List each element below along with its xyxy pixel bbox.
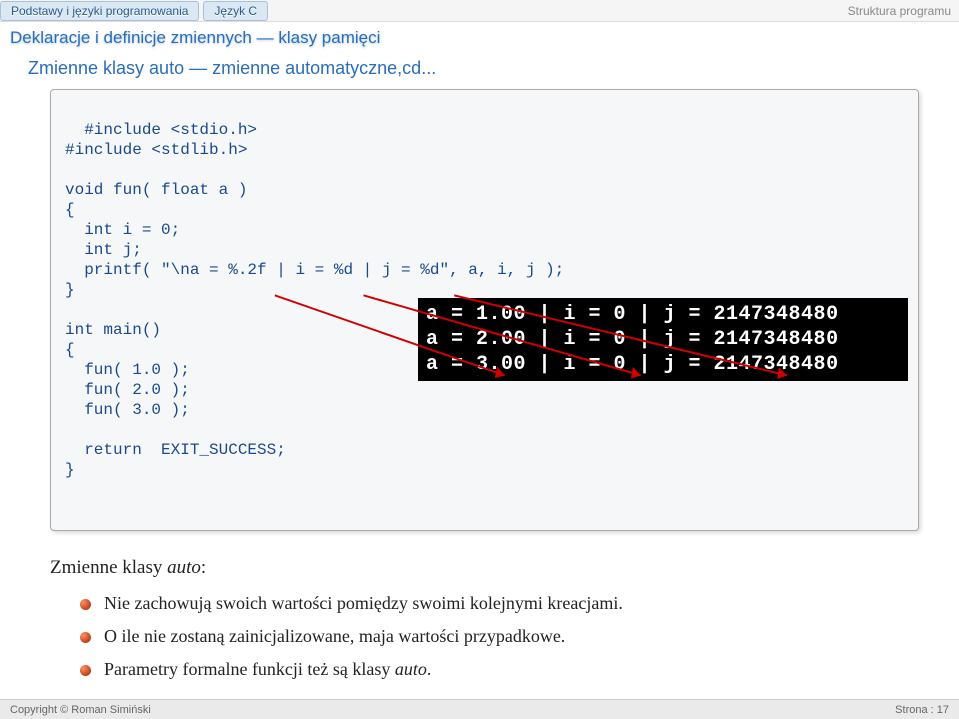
lead-em: auto (167, 557, 201, 578)
section-title: Zmienne klasy auto ― zmienne automatyczn… (0, 52, 959, 89)
bullet3-a: Parametry formalne funkcji też są klasy (104, 659, 395, 679)
bullet3-em: auto (395, 659, 427, 679)
lead-tail: : (201, 557, 206, 578)
body-text: Zmienne klasy auto: Nie zachowują swoich… (50, 557, 919, 680)
footer-page: Strona : 17 (895, 704, 949, 716)
footer: Copyright © Roman Simiński Strona : 17 (0, 699, 959, 719)
breadcrumb-item-2: Język C (203, 1, 268, 21)
bullet-item-3: Parametry formalne funkcji też są klasy … (80, 659, 919, 680)
lead-paragraph: Zmienne klasy auto: (50, 557, 919, 579)
code-block: #include <stdio.h> #include <stdlib.h> v… (50, 89, 919, 531)
breadcrumb-item-1: Podstawy i języki programowania (0, 1, 199, 21)
bullet-list: Nie zachowują swoich wartości pomiędzy s… (80, 593, 919, 680)
bullet-item-2: O ile nie zostaną zainicjalizowane, maja… (80, 626, 919, 647)
page-subtitle: Deklaracje i definicje zmiennych ― klasy… (0, 22, 959, 52)
bullet3-b: . (427, 659, 432, 679)
header-right-label: Struktura programu (848, 4, 959, 18)
lead-text: Zmienne klasy (50, 557, 167, 578)
terminal-output: a = 1.00 | i = 0 | j = 2147348480 a = 2.… (418, 298, 908, 381)
bullet-item-1: Nie zachowują swoich wartości pomiędzy s… (80, 593, 919, 614)
breadcrumb-bar: Podstawy i języki programowania Język C … (0, 0, 959, 22)
footer-copyright: Copyright © Roman Simiński (10, 704, 151, 716)
